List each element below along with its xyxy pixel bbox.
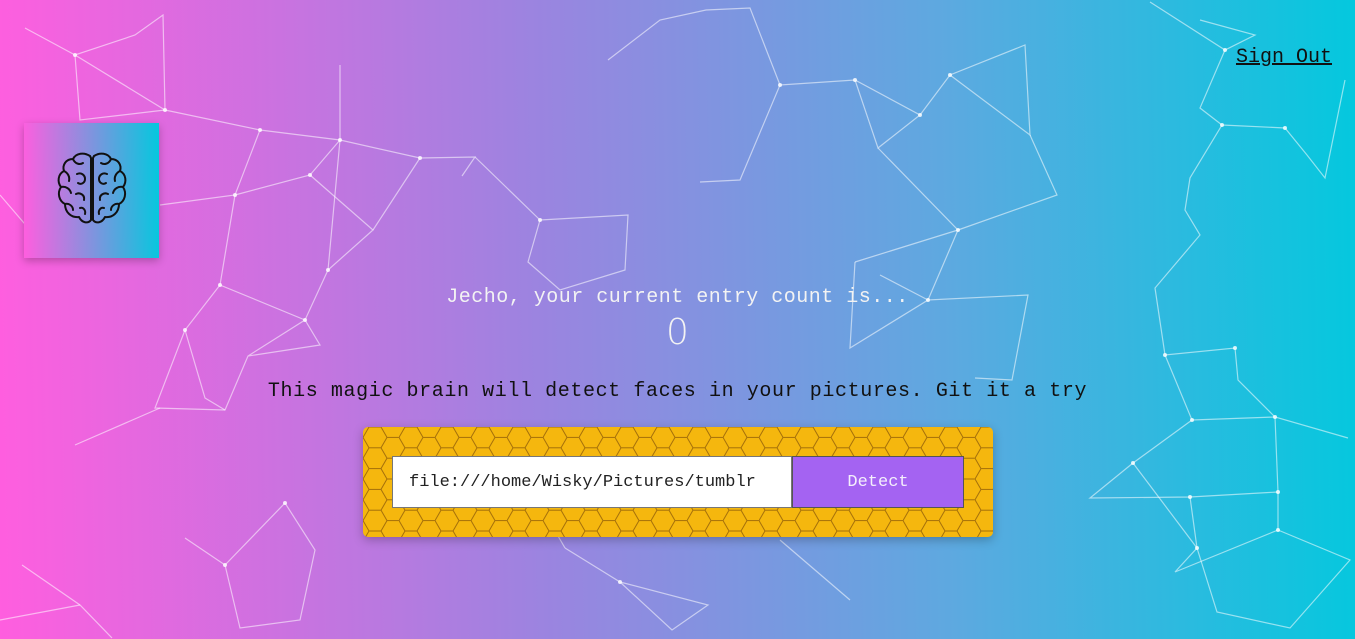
detect-button[interactable]: Detect bbox=[792, 456, 964, 508]
image-url-input[interactable] bbox=[392, 456, 792, 508]
brain-icon bbox=[54, 150, 130, 231]
rank-message: Jecho, your current entry count is... bbox=[446, 286, 909, 309]
sign-out-link[interactable]: Sign Out bbox=[1236, 46, 1332, 69]
form-intro-text: This magic brain will detect faces in yo… bbox=[267, 380, 1088, 403]
image-link-form: Detect bbox=[363, 427, 993, 537]
logo-tilt-card bbox=[24, 123, 159, 258]
entry-count: 0 bbox=[666, 312, 689, 353]
